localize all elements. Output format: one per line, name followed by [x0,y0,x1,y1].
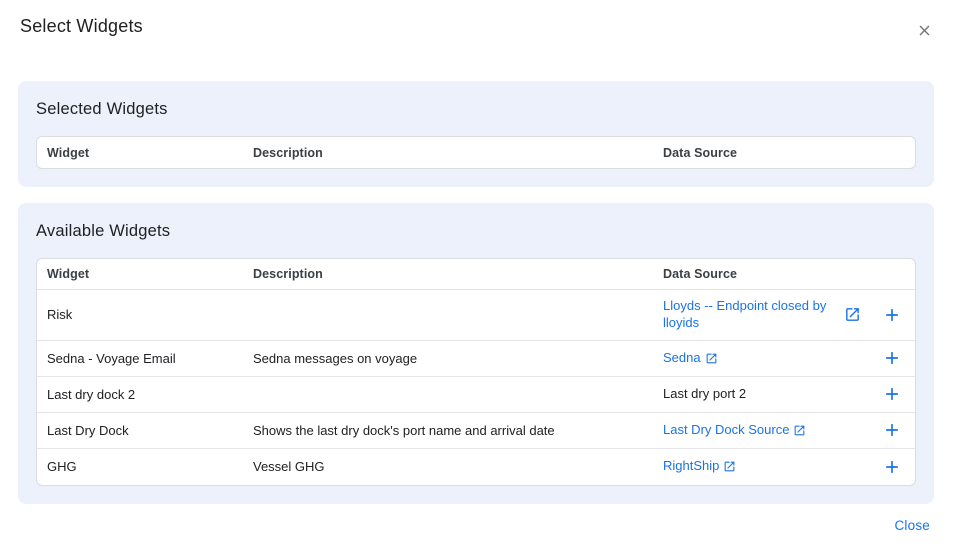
dialog-footer: Close [894,517,930,535]
table-row: GHG Vessel GHG RightShip [37,449,915,485]
widget-description [253,386,663,402]
available-widgets-rows: Risk Lloyds -- Endpoint closed by lloyid… [37,290,915,485]
data-source-text: Last dry port 2 [663,386,746,401]
data-source-cell: Lloyds -- Endpoint closed by lloyids [663,290,835,340]
close-icon[interactable] [912,18,937,43]
widget-name: Last dry dock 2 [37,379,253,410]
external-link-cell [835,459,869,475]
data-source-link[interactable]: Last Dry Dock Source [663,422,806,439]
external-link-cell [835,350,869,366]
external-link-icon[interactable] [844,306,861,323]
widget-description [253,307,663,323]
dialog-header: Select Widgets [0,14,953,43]
column-header-widget: Widget [37,146,253,160]
column-header-data-source: Data Source [663,267,835,281]
table-row: Risk Lloyds -- Endpoint closed by lloyid… [37,290,915,341]
add-widget-button[interactable] [880,382,904,406]
data-source-cell: Last dry port 2 [663,378,835,411]
widget-name: Sedna - Voyage Email [37,343,253,374]
table-header-row: Widget Description Data Source [37,259,915,290]
close-link[interactable]: Close [894,518,930,533]
data-source-link[interactable]: Lloyds -- Endpoint closed by lloyids [663,298,835,332]
table-row: Last Dry Dock Shows the last dry dock's … [37,413,915,449]
select-widgets-dialog: Select Widgets Selected Widgets Widget D… [0,0,953,552]
external-link-icon[interactable] [705,352,718,365]
data-source-cell: Sedna [663,342,835,375]
external-link-cell [835,298,869,331]
available-widgets-title: Available Widgets [36,222,916,241]
add-widget-button[interactable] [880,455,904,479]
widget-name: Last Dry Dock [37,415,253,446]
available-widgets-section: Available Widgets Widget Description Dat… [18,203,934,504]
add-widget-button[interactable] [880,303,904,327]
column-header-description: Description [253,267,663,281]
widget-name: GHG [37,451,253,482]
widget-description: Shows the last dry dock's port name and … [253,415,663,446]
column-header-data-source: Data Source [663,146,835,160]
column-header-description: Description [253,146,663,160]
external-link-cell [835,386,869,402]
column-header-widget: Widget [37,267,253,281]
selected-widgets-section: Selected Widgets Widget Description Data… [18,81,934,187]
widget-name: Risk [37,299,253,330]
widget-description: Vessel GHG [253,451,663,482]
external-link-icon[interactable] [723,460,736,473]
dialog-title: Select Widgets [20,16,143,37]
data-source-link[interactable]: Sedna [663,350,718,367]
selected-widgets-table: Widget Description Data Source [36,136,916,169]
available-widgets-table: Widget Description Data Source Risk Lloy… [36,258,916,486]
widget-description: Sedna messages on voyage [253,343,663,374]
data-source-cell: RightShip [663,450,835,483]
selected-widgets-title: Selected Widgets [36,100,916,119]
table-header-row: Widget Description Data Source [37,137,915,168]
data-source-cell: Last Dry Dock Source [663,414,835,447]
table-row: Last dry dock 2 Last dry port 2 [37,377,915,413]
add-widget-button[interactable] [880,418,904,442]
add-widget-button[interactable] [880,346,904,370]
data-source-link[interactable]: RightShip [663,458,736,475]
external-link-icon[interactable] [793,424,806,437]
external-link-cell [835,422,869,438]
table-row: Sedna - Voyage Email Sedna messages on v… [37,341,915,377]
